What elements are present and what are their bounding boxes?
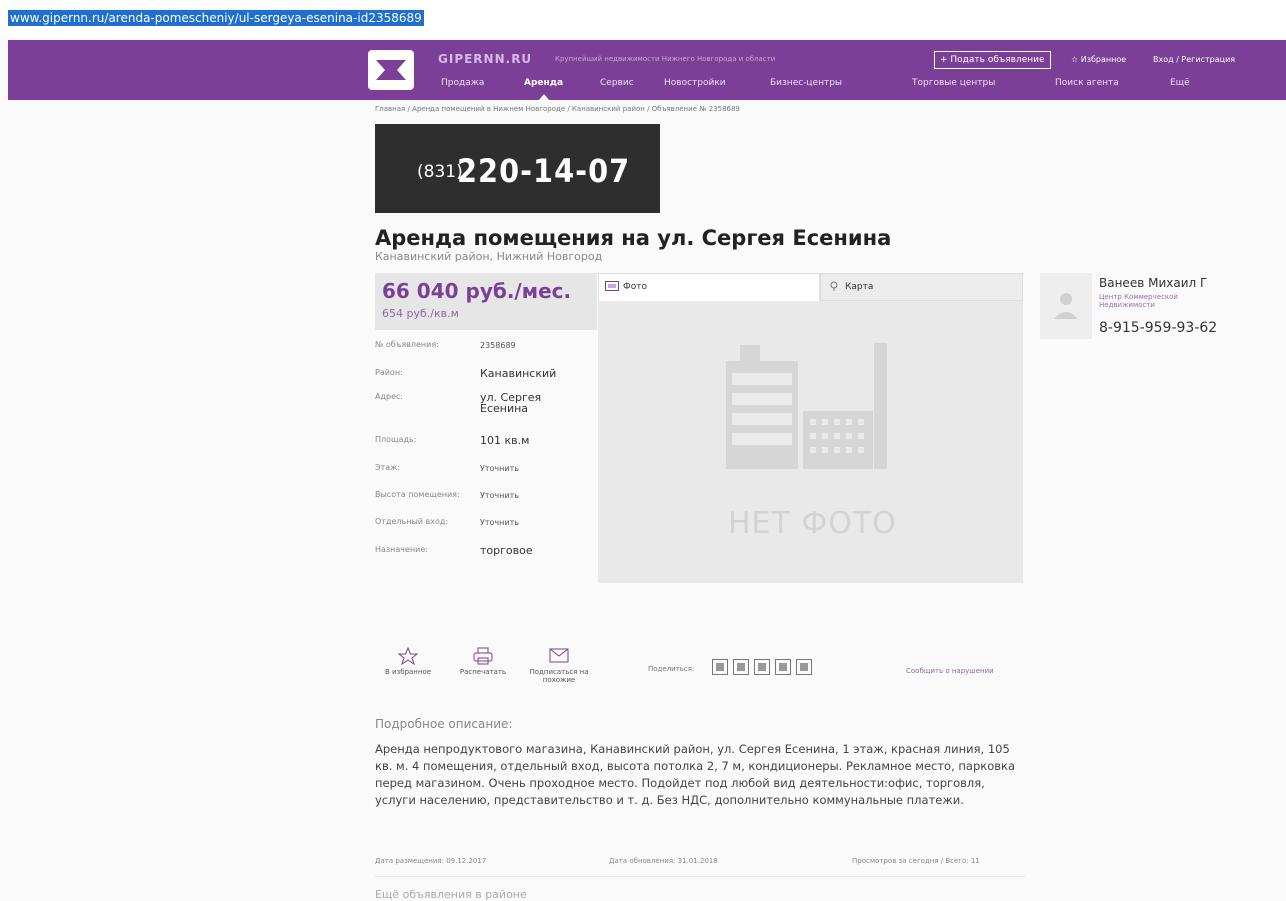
no-photo-label: НЕТ ФОТО: [728, 506, 897, 541]
favorites-link[interactable]: ☆ Избранное: [1071, 55, 1126, 64]
print-button[interactable]: Распечатать: [452, 647, 514, 676]
prop-value: Уточнить: [480, 518, 519, 527]
prop-value: ул. Сергея Есенина: [480, 391, 542, 415]
phone-number: 220-14-07: [457, 152, 631, 190]
subscribe-label: Подписаться на похожие: [529, 668, 589, 684]
share-fb-icon[interactable]: [754, 659, 770, 675]
agent-phone: 8-915-959-93-62: [1099, 320, 1218, 336]
subscribe-button[interactable]: Подписаться на похожие: [528, 647, 590, 684]
envelope-icon: [549, 648, 569, 663]
prop-key: Отдельный вход:: [375, 517, 449, 526]
more-listings-heading: Ещё объявления в районе: [375, 888, 527, 901]
printer-icon: [473, 647, 493, 665]
price-per-sqm: 654 руб./кв.м: [382, 307, 459, 320]
print-label: Распечатать: [459, 668, 507, 676]
nav-item-business-centers[interactable]: Бизнес-центры: [770, 78, 842, 88]
views-count: Просмотров за сегодня / Всего: 11: [852, 857, 980, 865]
prop-value: 101 кв.м: [480, 434, 530, 447]
phone-banner[interactable]: (831) 220-14-07: [375, 124, 660, 213]
price-box: 66 040 руб./мес. 654 руб./кв.м: [375, 273, 597, 330]
price: 66 040 руб./мес.: [382, 279, 572, 303]
url-text[interactable]: www.gipernn.ru/arenda-pomescheniy/ul-ser…: [8, 10, 424, 26]
tab-map-label: Карта: [845, 282, 874, 292]
agent-org[interactable]: Центр Коммерческой Недвижимости: [1099, 293, 1219, 309]
prop-key: Адрес:: [375, 392, 404, 401]
brand-name[interactable]: GIPERNN.RU: [438, 52, 532, 66]
share-ok-icon[interactable]: [733, 659, 749, 675]
main-nav: Продажа Аренда Сервис Новостройки Бизнес…: [0, 78, 1286, 100]
prop-key: № объявления:: [375, 340, 439, 349]
divider: [375, 876, 1025, 877]
prop-value: Уточнить: [480, 491, 519, 500]
tab-photo-label: Фото: [623, 282, 648, 292]
prop-key: Район:: [375, 368, 403, 377]
phone-prefix: (831): [417, 162, 463, 182]
agent-name[interactable]: Ванеев Михаил Г: [1099, 276, 1207, 290]
prop-key: Этаж:: [375, 463, 401, 472]
add-listing-button[interactable]: + Подать объявление: [934, 51, 1051, 69]
prop-value: Канавинский: [480, 367, 557, 380]
nav-item-find-agent[interactable]: Поиск агента: [1055, 78, 1119, 88]
share-icons: [712, 659, 817, 679]
prop-key: Высота помещения:: [375, 490, 460, 499]
nav-item-sale[interactable]: Продажа: [441, 78, 484, 88]
posted-date: Дата размещения: 09.12.2017: [375, 857, 487, 865]
star-icon: [398, 647, 418, 665]
login-link[interactable]: Вход / Регистрация: [1153, 55, 1235, 64]
prop-key: Назначение:: [375, 545, 428, 554]
media-tabs: Фото Карта: [598, 273, 1023, 301]
prop-value: 2358689: [480, 341, 516, 350]
tab-photo[interactable]: Фото: [598, 273, 820, 301]
nav-item-newbuilds[interactable]: Новостройки: [664, 78, 726, 88]
favorite-label: В избранное: [384, 668, 432, 676]
nav-item-rent[interactable]: Аренда: [524, 78, 563, 100]
nav-item-trade-centers[interactable]: Торговые центры: [912, 78, 995, 88]
photo-icon: [605, 281, 619, 291]
nav-item-more[interactable]: Ещё: [1170, 78, 1190, 88]
prop-value: Уточнить: [480, 464, 519, 473]
report-link[interactable]: Сообщить о нарушении: [906, 667, 994, 675]
description-heading: Подробное описание:: [375, 717, 513, 731]
page-title: Аренда помещения на ул. Сергея Есенина: [375, 226, 892, 250]
share-vk-icon[interactable]: [712, 659, 728, 675]
page-subtitle: Канавинский район, Нижний Новгород: [375, 250, 603, 263]
breadcrumb[interactable]: Главная / Аренда помещений в Нижнем Новг…: [375, 105, 740, 113]
user-icon: [1054, 293, 1078, 319]
description-text: Аренда непродуктового магазина, Канавинс…: [375, 742, 1016, 807]
tab-map[interactable]: Карта: [820, 273, 1023, 301]
favorite-button[interactable]: В избранное: [378, 647, 438, 676]
share-label: Поделиться:: [648, 665, 695, 673]
updated-date: Дата обновления: 31.01.2018: [609, 857, 718, 865]
share-twitter-icon[interactable]: [775, 659, 791, 675]
prop-value: торговое: [480, 544, 533, 557]
avatar[interactable]: [1040, 273, 1092, 339]
nav-item-service[interactable]: Сервис: [600, 78, 634, 88]
browser-address-bar[interactable]: www.gipernn.ru/arenda-pomescheniy/ul-ser…: [0, 0, 1286, 38]
site-tagline: Крупнейший недвижимости Нижнего Новгород…: [555, 55, 776, 63]
map-pin-icon: [830, 281, 838, 291]
share-mail-icon[interactable]: [796, 659, 812, 675]
photo-placeholder: НЕТ ФОТО: [598, 301, 1023, 583]
prop-key: Площадь:: [375, 435, 417, 444]
